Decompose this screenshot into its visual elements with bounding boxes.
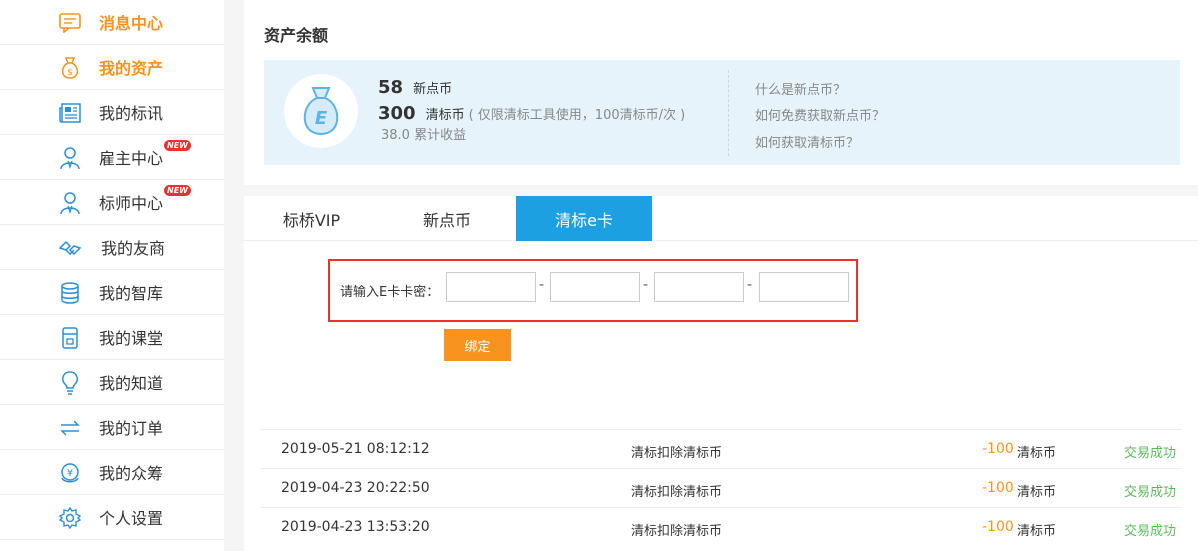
qb-coin-unit: 清标币	[425, 108, 465, 123]
qb-coin-balance: 300 清标币 ( 仅限清标工具使用，100清标币/次 )	[378, 103, 685, 124]
sidebar-item-label: 我的众筹	[99, 464, 164, 483]
sidebar-item-classroom[interactable]: 我的课堂	[0, 315, 224, 360]
sidebar-item-label: 我的课堂	[99, 329, 164, 348]
table-row: 2019-04-23 20:22:50 清标扣除清标币 -100 清标币 交易成…	[260, 468, 1182, 507]
sidebar-item-bidder-center[interactable]: 标师中心 NEW	[0, 180, 224, 225]
record-status: 交易成功	[1124, 446, 1177, 461]
sidebar-item-label: 我的资产	[99, 59, 164, 78]
separator: -	[643, 277, 649, 293]
faq-link-what-is-coin[interactable]: 什么是新点币？	[755, 79, 846, 98]
ecard-input-4[interactable]	[759, 272, 849, 302]
sidebar-item-assets[interactable]: $ 我的资产	[0, 45, 224, 90]
exchange-arrows-icon	[58, 416, 82, 440]
record-status: 交易成功	[1124, 485, 1177, 500]
svg-text:E: E	[315, 108, 328, 129]
new-badge: NEW	[164, 185, 191, 196]
new-badge: NEW	[164, 140, 191, 151]
svg-text:$: $	[67, 68, 73, 78]
qb-coin-note: ( 仅限清标工具使用，100清标币/次 )	[468, 108, 686, 123]
database-icon	[58, 281, 82, 305]
crowdfunding-icon: ¥	[58, 461, 82, 485]
table-row: 2019-05-21 08:12:12 清标扣除清标币 -100 清标币 交易成…	[260, 429, 1182, 468]
record-time: 2019-04-23 20:22:50	[281, 480, 430, 496]
ecard-label: 请输入E卡卡密：	[340, 285, 440, 300]
newspaper-icon	[58, 101, 82, 125]
sidebar-item-orders[interactable]: 我的订单	[0, 405, 224, 450]
record-time: 2019-05-21 08:12:12	[281, 441, 430, 457]
classroom-icon	[58, 326, 82, 350]
main-content: 资产余额 E 58 新点币 300 清标币 ( 仅限清标工具使用，100清标币/…	[244, 0, 1198, 551]
separator: -	[747, 277, 753, 293]
ecard-input-3[interactable]	[654, 272, 744, 302]
qb-coin-amount: 300	[378, 103, 416, 124]
tab-bar: 标桥VIP 新点币 清标e卡	[244, 196, 1198, 241]
sidebar-item-label: 雇主中心	[99, 149, 164, 168]
sidebar-item-label: 消息中心	[99, 14, 164, 33]
sidebar-item-messages[interactable]: 消息中心	[0, 0, 224, 45]
tab-vip[interactable]: 标桥VIP	[244, 196, 379, 241]
ecard-input-1[interactable]	[446, 272, 536, 302]
record-amount: -100	[982, 441, 1014, 457]
gear-icon	[58, 506, 82, 530]
asset-summary: E 58 新点币 300 清标币 ( 仅限清标工具使用，100清标币/次 ) 3…	[264, 60, 1180, 165]
sidebar-item-label: 我的知道	[99, 374, 164, 393]
user-icon	[58, 191, 82, 215]
sidebar-item-label: 我的标讯	[99, 104, 164, 123]
faq-link-free-coin[interactable]: 如何免费获取新点币？	[755, 105, 885, 124]
sidebar-item-label: 我的智库	[99, 284, 164, 303]
sidebar-item-crowdfunding[interactable]: ¥ 我的众筹	[0, 450, 224, 495]
partners-icon	[58, 236, 82, 260]
record-unit: 清标币	[1017, 485, 1057, 500]
ecard-input-2[interactable]	[550, 272, 640, 302]
record-unit: 清标币	[1017, 446, 1057, 461]
sidebar-item-label: 我的友商	[101, 239, 166, 258]
sidebar: 消息中心 $ 我的资产 我的标讯 雇主中心 NEW 标师中心 NEW 我的友商	[0, 0, 224, 551]
sidebar-item-partners[interactable]: 我的友商	[0, 225, 224, 270]
record-description: 清标扣除清标币	[631, 485, 723, 500]
record-status: 交易成功	[1124, 524, 1177, 539]
new-coin-amount: 58	[378, 77, 404, 98]
sidebar-item-label: 我的订单	[99, 419, 164, 438]
record-unit: 清标币	[1017, 524, 1057, 539]
sidebar-item-employer-center[interactable]: 雇主中心 NEW	[0, 135, 224, 180]
svg-text:¥: ¥	[67, 468, 73, 479]
table-row: 2019-04-23 13:53:20 清标扣除清标币 -100 清标币 交易成…	[260, 507, 1182, 546]
record-description: 清标扣除清标币	[631, 524, 723, 539]
message-icon	[58, 11, 82, 35]
asset-panel: 资产余额 E 58 新点币 300 清标币 ( 仅限清标工具使用，100清标币/…	[244, 0, 1198, 185]
tab-new-coin[interactable]: 新点币	[379, 196, 515, 241]
record-time: 2019-04-23 13:53:20	[281, 519, 430, 535]
separator: -	[539, 277, 545, 293]
new-coin-unit: 新点币	[413, 82, 453, 97]
sidebar-item-label: 个人设置	[99, 509, 164, 528]
earnings-total: 38.0 累计收益	[381, 128, 467, 143]
sidebar-item-knowledge[interactable]: 我的知道	[0, 360, 224, 405]
divider	[728, 70, 729, 156]
record-amount: -100	[982, 519, 1014, 535]
record-description: 清标扣除清标币	[631, 446, 723, 461]
new-coin-balance: 58 新点币	[378, 77, 452, 98]
bind-button[interactable]: 绑定	[444, 329, 511, 361]
sidebar-item-label: 标师中心	[99, 194, 164, 213]
money-bag-icon: $	[58, 56, 82, 80]
sidebar-item-think-tank[interactable]: 我的智库	[0, 270, 224, 315]
content-panel: 标桥VIP 新点币 清标e卡 请输入E卡卡密： - - - 绑定 2019-05…	[244, 196, 1198, 551]
asset-title: 资产余额	[264, 26, 329, 45]
record-amount: -100	[982, 480, 1014, 496]
ecard-form: 请输入E卡卡密： - - -	[328, 259, 858, 322]
user-icon	[58, 146, 82, 170]
money-bag-icon: E	[284, 74, 358, 148]
tab-qb-ecard[interactable]: 清标e卡	[516, 196, 652, 241]
lightbulb-icon	[58, 371, 82, 395]
sidebar-item-settings[interactable]: 个人设置	[0, 495, 224, 540]
faq-link-qb-coin[interactable]: 如何获取清标币？	[755, 132, 859, 151]
sidebar-item-bid-news[interactable]: 我的标讯	[0, 90, 224, 135]
